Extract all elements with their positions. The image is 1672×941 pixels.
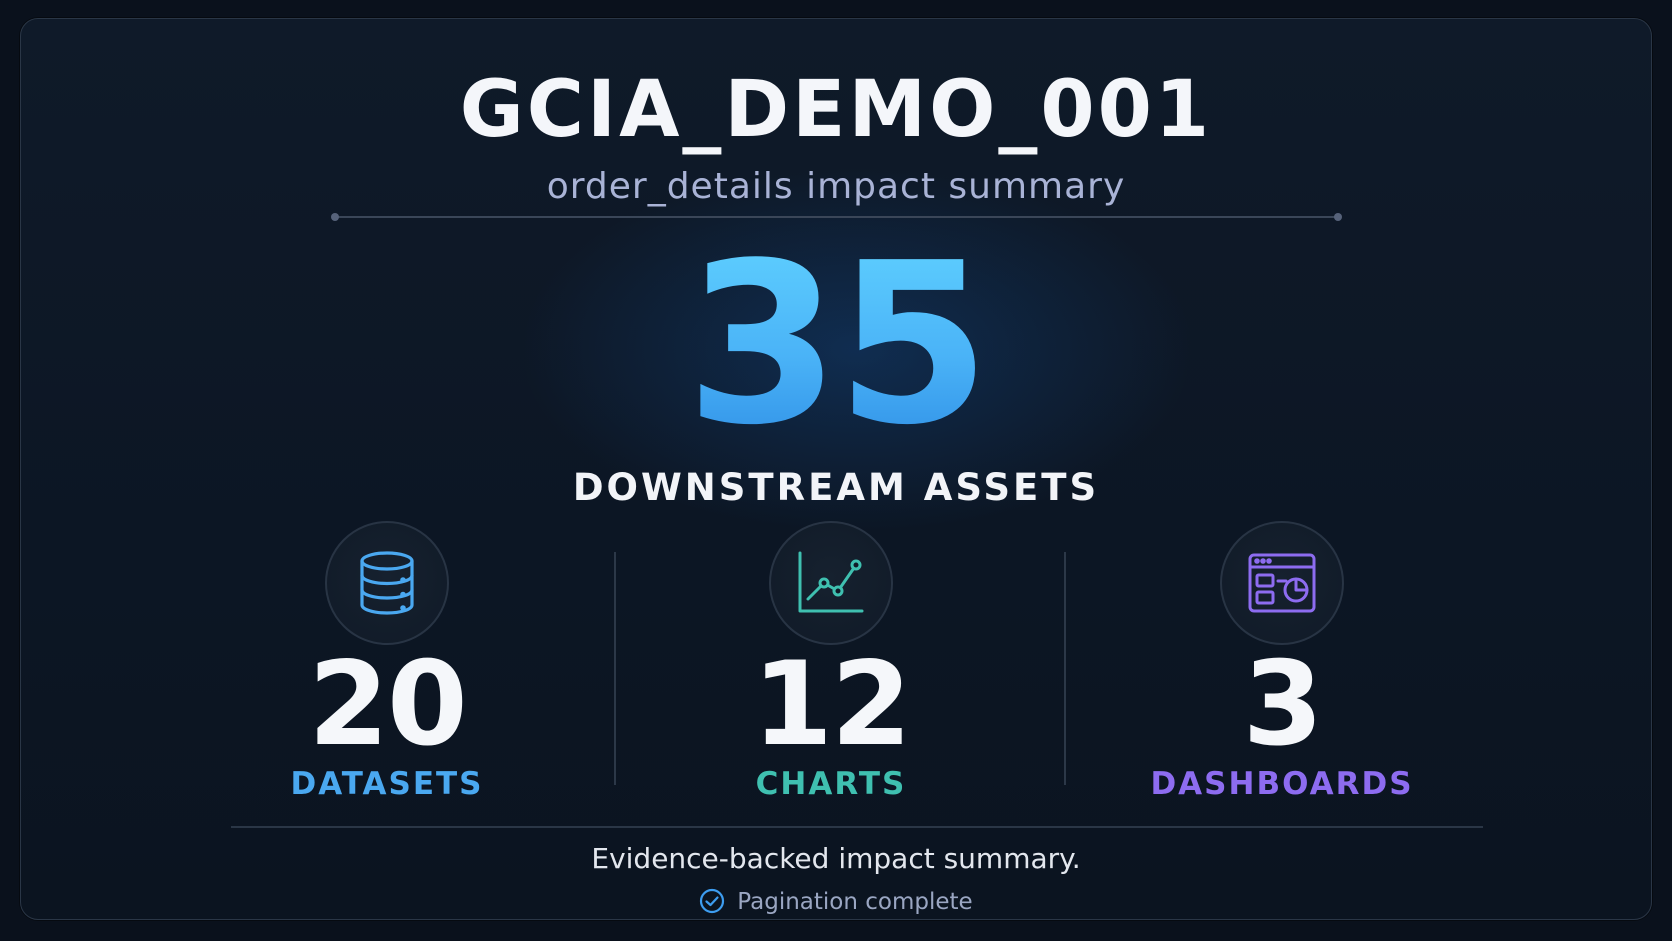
datasets-icon-badge — [325, 521, 449, 645]
line-chart-icon — [798, 551, 864, 613]
footer-note: Evidence-backed impact summary. — [591, 842, 1081, 875]
dashboards-icon-badge — [1220, 521, 1344, 645]
stat-divider-1 — [614, 552, 616, 785]
dashboards-count: 3 — [1242, 637, 1324, 772]
page-subtitle: order_details impact summary — [546, 166, 1126, 207]
total-assets-label: DOWNSTREAM ASSETS — [572, 466, 1100, 509]
database-icon — [360, 551, 414, 615]
charts-label: CHARTS — [755, 766, 907, 802]
stat-charts: 12 CHARTS — [651, 521, 1011, 800]
charts-icon-badge — [769, 521, 893, 645]
stat-datasets: 20 DATASETS — [207, 521, 567, 800]
datasets-label: DATASETS — [290, 766, 484, 802]
page-title: GCIA_DEMO_001 — [459, 65, 1213, 155]
pagination-status-text: Pagination complete — [737, 889, 973, 915]
check-circle-icon — [700, 888, 725, 913]
total-assets-count: 35 — [21, 234, 1651, 456]
summary-card: GCIA_DEMO_001 order_details impact summa… — [20, 18, 1652, 920]
charts-count: 12 — [752, 637, 911, 772]
dashboard-icon — [1248, 553, 1316, 613]
stat-dashboards: 3 DASHBOARDS — [1102, 521, 1462, 800]
pagination-status: Pagination complete — [21, 888, 1651, 915]
footer-divider — [231, 826, 1483, 828]
datasets-count: 20 — [308, 637, 467, 772]
dashboards-label: DASHBOARDS — [1150, 766, 1414, 802]
stat-divider-2 — [1064, 552, 1066, 785]
